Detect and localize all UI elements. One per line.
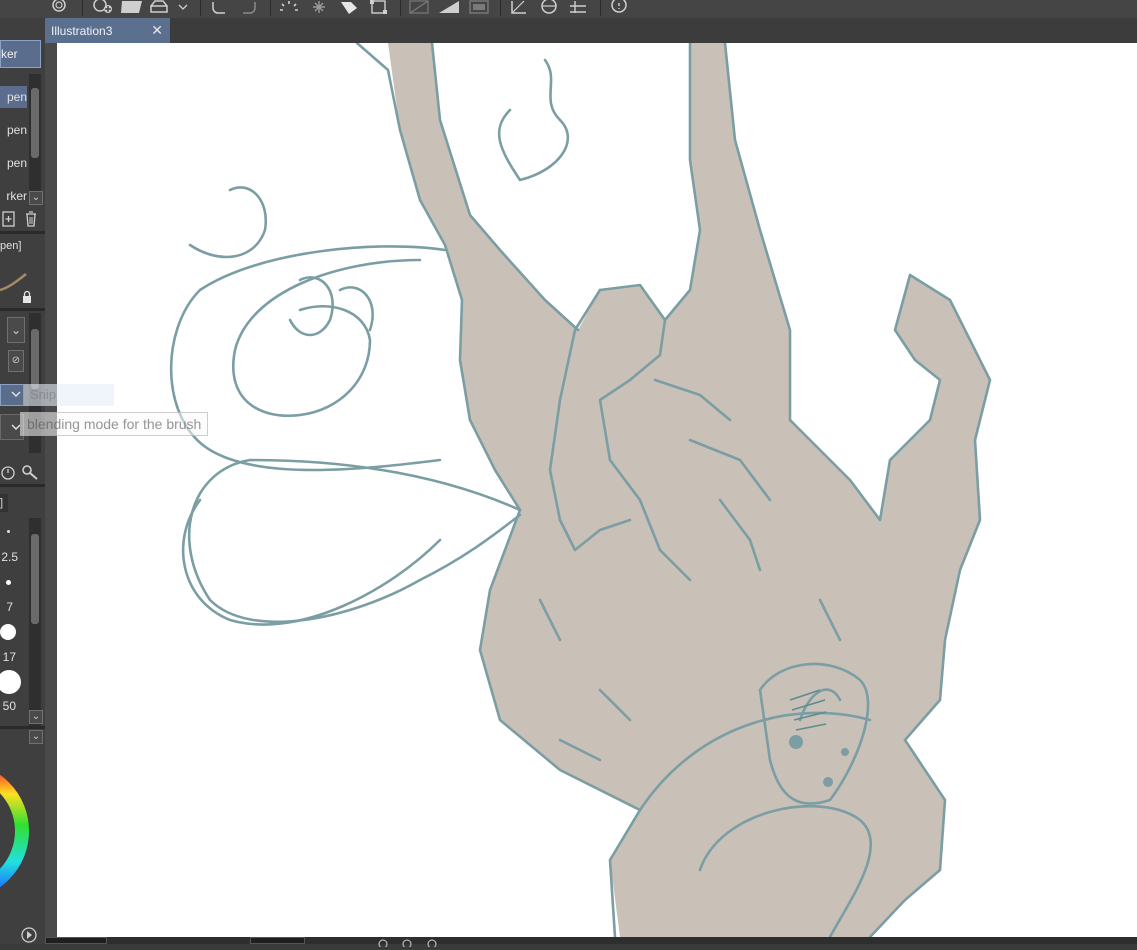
panel-divider	[0, 231, 45, 234]
current-tool-name: pen]	[0, 240, 22, 252]
color-wheel[interactable]	[0, 756, 30, 906]
illustration-artwork	[169, 43, 992, 937]
loading-icon[interactable]	[276, 0, 302, 14]
tab-title: Illustration3	[51, 23, 113, 38]
scrollbar-thumb[interactable]	[31, 534, 39, 624]
frame-icon[interactable]	[466, 0, 492, 14]
open-folder-icon[interactable]	[118, 0, 146, 14]
tab-illustration3[interactable]: Illustration3 ✕	[45, 18, 170, 43]
brush-size-dot	[6, 580, 11, 585]
sub-tool-item[interactable]: pen	[0, 152, 27, 174]
tooltip-text: blending mode for the brush	[27, 416, 202, 432]
toolbar-separator	[270, 0, 271, 16]
sub-tool-scrollbar[interactable]	[29, 74, 41, 204]
toolbar-separator	[82, 0, 83, 16]
status-bar	[45, 936, 1137, 949]
left-panel: ker pen pen pen rker ⌄ pen] ⌄ ⊘] 2.5 7 …	[0, 18, 45, 944]
toolbar-separator	[500, 0, 501, 16]
wrench-icon[interactable]	[21, 464, 39, 480]
zoom-out-icon[interactable]	[378, 936, 388, 949]
chevron-down-icon[interactable]	[176, 0, 190, 14]
sub-tool-item[interactable]: pen	[0, 119, 27, 141]
fill-icon[interactable]	[336, 0, 362, 14]
blend-mode-dropdown[interactable]	[0, 384, 24, 406]
ruler-icon[interactable]	[506, 0, 532, 14]
sparkle-icon[interactable]	[306, 0, 332, 14]
command-bar	[0, 0, 1137, 19]
blend-mode-text: Snip	[30, 387, 57, 402]
drawing-canvas[interactable]	[57, 43, 1137, 937]
scrollbar-thumb[interactable]	[31, 329, 39, 389]
scrollbar-thumb[interactable]	[31, 88, 39, 158]
trash-icon[interactable]	[23, 210, 39, 228]
chevron-down-icon[interactable]: ⌄	[29, 191, 43, 205]
brush-size-label: 50	[2, 699, 16, 713]
sub-tool-item-label: pen	[6, 156, 27, 170]
transform-icon[interactable]	[366, 0, 392, 14]
toolbar-separator	[600, 0, 601, 16]
status-field-zoom[interactable]	[250, 937, 305, 944]
brush-size-label: 2.5	[1, 550, 18, 564]
lock-icon[interactable]	[20, 290, 34, 304]
panel-divider	[0, 484, 45, 487]
brush-size-value[interactable]: 7	[0, 600, 13, 614]
blend-mode-tooltip: blending mode for the brush	[20, 412, 209, 436]
close-icon[interactable]: ✕	[151, 23, 163, 37]
sub-tool-label: ker	[1, 47, 18, 61]
document-tab-bar: Illustration3 ✕	[45, 18, 1137, 43]
brush-size-dot	[0, 670, 21, 694]
speech-bubble-icon[interactable]	[606, 0, 632, 14]
brush-size-dot	[7, 530, 10, 533]
layer-stack-icon[interactable]	[48, 0, 70, 14]
zoom-in-icon[interactable]	[402, 936, 412, 949]
expand-all-icon[interactable]: ⌄	[7, 317, 25, 343]
panel-divider	[0, 726, 45, 729]
brush-size-label: 17	[2, 650, 16, 664]
sub-tool-item-label: pen	[6, 90, 27, 104]
current-tool-label: pen]	[0, 240, 21, 252]
new-layer-icon[interactable]	[92, 0, 116, 14]
tray-icon[interactable]	[148, 0, 174, 14]
rotate-view-icon[interactable]	[427, 936, 437, 949]
toolbar-separator	[400, 0, 401, 16]
history-icon[interactable]	[20, 926, 38, 944]
sub-tool-item-label: pen	[6, 123, 27, 137]
brush-size-label: 7	[6, 600, 13, 614]
canvas-gutter	[45, 43, 57, 944]
brush-size-value[interactable]: 17	[0, 650, 16, 664]
brush-size-dot	[0, 624, 16, 640]
sub-tool-item[interactable]: pen	[0, 86, 27, 108]
sub-tool-selected[interactable]: ker	[0, 40, 41, 68]
chevron-down-icon[interactable]: ⌄	[29, 710, 43, 724]
new-item-icon[interactable]	[0, 210, 16, 228]
brush-size-value[interactable]: 50	[0, 699, 16, 713]
brush-size-value[interactable]: 2.5	[0, 550, 18, 564]
redo-icon[interactable]	[236, 0, 262, 14]
toolbar-separator	[200, 0, 201, 16]
brush-size-scrollbar[interactable]	[29, 518, 41, 728]
eraser-toggle-icon[interactable]: ⊘	[8, 350, 24, 372]
half-tone-icon[interactable]	[436, 0, 462, 14]
color-panel-menu-icon[interactable]: ⌄	[29, 730, 43, 744]
sub-tool-item[interactable]: rker	[0, 185, 27, 207]
undo-icon[interactable]	[206, 0, 232, 14]
chevron-down-icon	[11, 388, 21, 402]
clear-icon[interactable]	[406, 0, 432, 14]
panel-divider	[0, 308, 45, 311]
grid-icon[interactable]	[566, 0, 592, 14]
rotate-icon[interactable]	[536, 0, 562, 14]
brush-size-header-label: ]	[0, 497, 4, 509]
blend-mode-value[interactable]: Snip	[24, 384, 114, 406]
brush-size-header: ]	[0, 494, 8, 512]
sub-tool-item-label: rker	[6, 189, 27, 203]
stopwatch-icon[interactable]	[0, 464, 16, 480]
status-field-left[interactable]	[45, 937, 107, 944]
